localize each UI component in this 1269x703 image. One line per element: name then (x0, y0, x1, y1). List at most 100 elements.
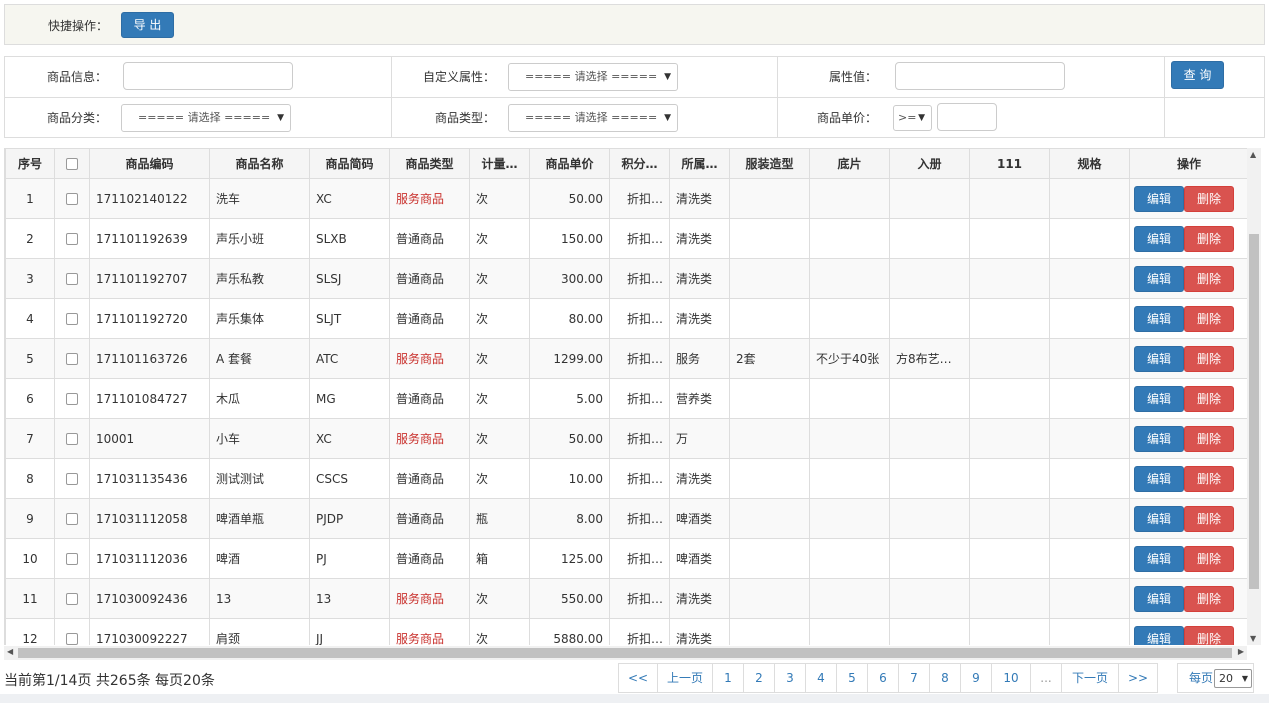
delete-button[interactable]: 删除 (1184, 625, 1234, 645)
pagination-item[interactable]: 9 (960, 663, 992, 693)
row-checkbox[interactable] (66, 193, 78, 205)
cell-select[interactable] (54, 578, 90, 619)
pagination-item[interactable]: >> (1118, 663, 1158, 693)
pagination-item[interactable]: 4 (805, 663, 837, 693)
table-row[interactable]: 5 171101163726 A 套餐 ATC 服务商品次 1299.00 折扣… 服务 2套不… (5, 338, 1247, 379)
edit-button[interactable]: 编辑 (1134, 225, 1184, 252)
cell-select[interactable] (54, 218, 90, 259)
edit-button[interactable]: 编辑 (1134, 585, 1184, 612)
horizontal-scrollbar[interactable]: ◀ ▶ (4, 646, 1247, 660)
delete-button[interactable]: 删除 (1184, 465, 1234, 492)
edit-button[interactable]: 编辑 (1134, 625, 1184, 645)
edit-button[interactable]: 编辑 (1134, 305, 1184, 332)
edit-button[interactable]: 编辑 (1134, 185, 1184, 212)
cell-select[interactable] (54, 298, 90, 339)
query-button[interactable]: 查 询 (1171, 61, 1224, 89)
col-header-type[interactable]: 商品类型 (389, 148, 470, 179)
scroll-up-icon[interactable]: ▲ (1250, 150, 1256, 159)
table-row[interactable]: 4 171101192720 声乐集体 SLJT 普通商品次 80.00 折扣… 清洗类 编辑删… (5, 298, 1247, 339)
row-checkbox[interactable] (66, 353, 78, 365)
cell-select[interactable] (54, 378, 90, 419)
vertical-scrollbar[interactable]: ▲ ▼ (1247, 148, 1261, 645)
edit-button[interactable]: 编辑 (1134, 505, 1184, 532)
price-input[interactable] (937, 103, 997, 131)
table-row[interactable]: 1 171102140122 洗车 XC 服务商品次 50.00 折扣… 清洗类 编辑 删除 (5, 178, 1247, 219)
pagination-item[interactable]: 上一页 (657, 663, 713, 693)
table-row[interactable]: 10 171031112036 啤酒 PJ 普通商品箱 125.00 折扣… 啤酒类 编辑 删除 (5, 538, 1247, 579)
pagination-item[interactable]: 2 (743, 663, 775, 693)
edit-button[interactable]: 编辑 (1134, 345, 1184, 372)
attr-value-input[interactable] (895, 62, 1065, 90)
price-operator-select[interactable]: >= ▼ (893, 105, 932, 131)
col-header-spec[interactable]: 规格 (1049, 148, 1130, 179)
col-header-film[interactable]: 底片 (809, 148, 890, 179)
delete-button[interactable]: 删除 (1184, 425, 1234, 452)
col-header-short-code[interactable]: 商品简码 (309, 148, 390, 179)
col-header-code[interactable]: 商品编码 (89, 148, 210, 179)
pagination-item[interactable]: 6 (867, 663, 899, 693)
scroll-down-icon[interactable]: ▼ (1250, 634, 1256, 643)
table-row[interactable]: 7 10001 小车 XC 服务商品次 50.00 折扣… 万 编辑 删除 (5, 418, 1247, 459)
edit-button[interactable]: 编辑 (1134, 465, 1184, 492)
pagination-item[interactable]: << (618, 663, 658, 693)
delete-button[interactable]: 删除 (1184, 345, 1234, 372)
row-checkbox[interactable] (66, 513, 78, 525)
cell-select[interactable] (54, 258, 90, 299)
scroll-right-icon[interactable]: ▶ (1238, 647, 1244, 656)
per-page-select[interactable]: 20 ▼ (1214, 669, 1252, 688)
row-checkbox[interactable] (66, 233, 78, 245)
delete-button[interactable]: 删除 (1184, 305, 1234, 332)
edit-button[interactable]: 编辑 (1134, 265, 1184, 292)
col-header-clothing[interactable]: 服装造型 (729, 148, 810, 179)
cell-select[interactable] (54, 178, 90, 219)
row-checkbox[interactable] (66, 633, 78, 645)
horizontal-scroll-thumb[interactable] (18, 648, 1232, 658)
cell-select[interactable] (54, 538, 90, 579)
cell-select[interactable] (54, 618, 90, 645)
edit-button[interactable]: 编辑 (1134, 425, 1184, 452)
cell-select[interactable] (54, 418, 90, 459)
row-checkbox[interactable] (66, 473, 78, 485)
type-select[interactable]: ===== 请选择 ===== ▼ (508, 104, 678, 132)
delete-button[interactable]: 删除 (1184, 385, 1234, 412)
row-checkbox[interactable] (66, 313, 78, 325)
table-row[interactable]: 11 171030092436 13 13 服务商品次 550.00 折扣… 清洗类 编辑 删除 (5, 578, 1247, 619)
custom-attr-select[interactable]: ===== 请选择 ===== ▼ (508, 63, 678, 91)
vertical-scroll-thumb[interactable] (1249, 234, 1259, 589)
table-row[interactable]: 6 171101084727 木瓜 MG 普通商品次 5.00 折扣… 营养类 编辑 删除 (5, 378, 1247, 419)
col-header-index[interactable]: 序号 (5, 148, 55, 179)
col-header-album[interactable]: 入册 (889, 148, 970, 179)
table-row[interactable]: 12 171030092227 肩颈 JJ 服务商品次 5880.00 折扣… 清洗类 编辑 删除 (5, 618, 1247, 645)
table-row[interactable]: 9 171031112058 啤酒单瓶 PJDP 普通商品瓶 8.00 折扣… 啤酒类 编辑 删除 (5, 498, 1247, 539)
delete-button[interactable]: 删除 (1184, 585, 1234, 612)
row-checkbox[interactable] (66, 393, 78, 405)
cell-select[interactable] (54, 458, 90, 499)
category-select[interactable]: ===== 请选择 ===== ▼ (121, 104, 291, 132)
cell-select[interactable] (54, 498, 90, 539)
col-header-unit[interactable]: 计量… (469, 148, 530, 179)
pagination-item[interactable]: 3 (774, 663, 806, 693)
row-checkbox[interactable] (66, 273, 78, 285)
pagination-item[interactable]: 10 (991, 663, 1031, 693)
row-checkbox[interactable] (66, 553, 78, 565)
export-button[interactable]: 导 出 (121, 12, 174, 38)
row-checkbox[interactable] (66, 433, 78, 445)
delete-button[interactable]: 删除 (1184, 505, 1234, 532)
col-header-name[interactable]: 商品名称 (209, 148, 310, 179)
edit-button[interactable]: 编辑 (1134, 385, 1184, 412)
select-all-checkbox[interactable] (66, 158, 78, 170)
col-header-111[interactable]: 111 (969, 148, 1050, 179)
delete-button[interactable]: 删除 (1184, 545, 1234, 572)
col-header-select-all[interactable] (54, 148, 90, 179)
row-checkbox[interactable] (66, 593, 78, 605)
scroll-left-icon[interactable]: ◀ (7, 647, 13, 656)
table-row[interactable]: 3 171101192707 声乐私教 SLSJ 普通商品次 300.00 折扣… 清洗类 编辑… (5, 258, 1247, 299)
table-row[interactable]: 8 171031135436 测试测试 CSCS 普通商品次 10.00 折扣… 清洗类 编辑删… (5, 458, 1247, 499)
pagination-item[interactable]: 7 (898, 663, 930, 693)
pagination-item[interactable]: 下一页 (1061, 663, 1119, 693)
delete-button[interactable]: 删除 (1184, 265, 1234, 292)
col-header-points[interactable]: 积分… (609, 148, 670, 179)
edit-button[interactable]: 编辑 (1134, 545, 1184, 572)
pagination-item[interactable]: 1 (712, 663, 744, 693)
col-header-price[interactable]: 商品单价 (529, 148, 610, 179)
